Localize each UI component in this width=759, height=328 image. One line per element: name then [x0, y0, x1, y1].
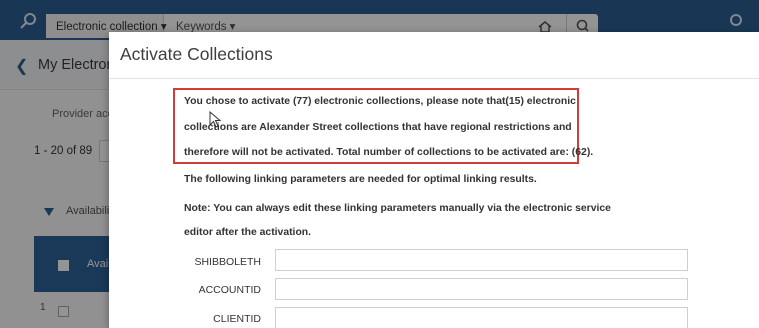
note-line-2: editor after the activation. [184, 227, 312, 238]
app-window: Electronic collection ▾ Keywords ▾ ❮ My … [0, 0, 759, 328]
accountid-label: ACCOUNTID [198, 284, 261, 296]
dialog-divider [109, 78, 759, 79]
activation-message-line-3: therefore will not be activated. Total n… [184, 147, 594, 158]
dialog-title: Activate Collections [120, 44, 273, 64]
activation-message-line-1: You chose to activate (77) electronic co… [184, 96, 576, 107]
linking-parameters-info: The following linking parameters are nee… [184, 174, 537, 185]
mouse-cursor-icon [209, 110, 223, 129]
shibboleth-label: SHIBBOLETH [194, 256, 261, 268]
clientid-input[interactable] [275, 307, 688, 328]
activation-message-line-2: collections are Alexander Street collect… [184, 122, 572, 133]
accountid-input[interactable] [275, 278, 688, 300]
activate-collections-dialog: Activate Collections You chose to activa… [109, 32, 759, 328]
note-line-1: Note: You can always edit these linking … [184, 203, 611, 214]
shibboleth-input[interactable] [275, 249, 688, 271]
clientid-label: CLIENTID [213, 313, 261, 325]
